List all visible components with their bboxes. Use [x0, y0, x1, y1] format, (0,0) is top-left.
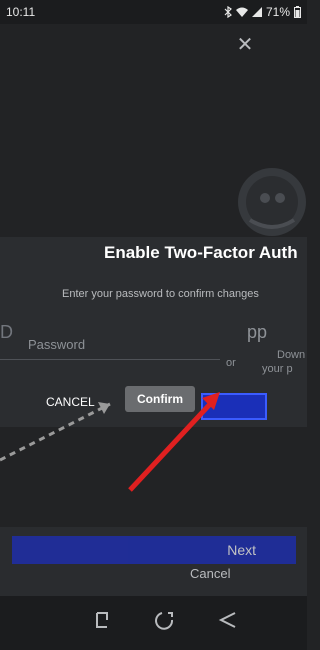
- recent-apps-icon[interactable]: [92, 608, 116, 632]
- signal-icon: [251, 7, 262, 17]
- mascot-illustration: [238, 168, 306, 236]
- wifi-icon: [235, 7, 248, 17]
- dialog-title: Enable Two-Factor Auth: [104, 243, 298, 262]
- background-text-fragment: pp: [247, 322, 268, 342]
- status-time: 10:11: [6, 5, 36, 19]
- background-text-fragment: Down: [277, 349, 306, 361]
- next-button[interactable]: Next: [12, 536, 296, 564]
- highlight-box: [201, 393, 267, 420]
- dialog-subtitle: Enter your password to confirm changes: [62, 288, 259, 300]
- bluetooth-icon: [224, 6, 232, 18]
- status-icons: 71%: [224, 5, 301, 19]
- home-icon[interactable]: [154, 608, 178, 632]
- password-input[interactable]: [0, 330, 220, 360]
- background-text-fragment: your p: [262, 363, 293, 375]
- close-icon[interactable]: ✕: [234, 34, 256, 56]
- back-icon[interactable]: [216, 608, 240, 632]
- bottom-cancel-button[interactable]: Cancel: [175, 564, 245, 582]
- background-text-fragment: or: [226, 357, 236, 369]
- navigation-bar: [0, 596, 307, 650]
- battery-percent: 71%: [265, 5, 290, 19]
- battery-icon: [294, 6, 301, 18]
- cancel-button[interactable]: CANCEL: [46, 393, 102, 411]
- status-bar: 10:11 71%: [0, 0, 307, 24]
- confirm-button[interactable]: Confirm: [125, 386, 195, 412]
